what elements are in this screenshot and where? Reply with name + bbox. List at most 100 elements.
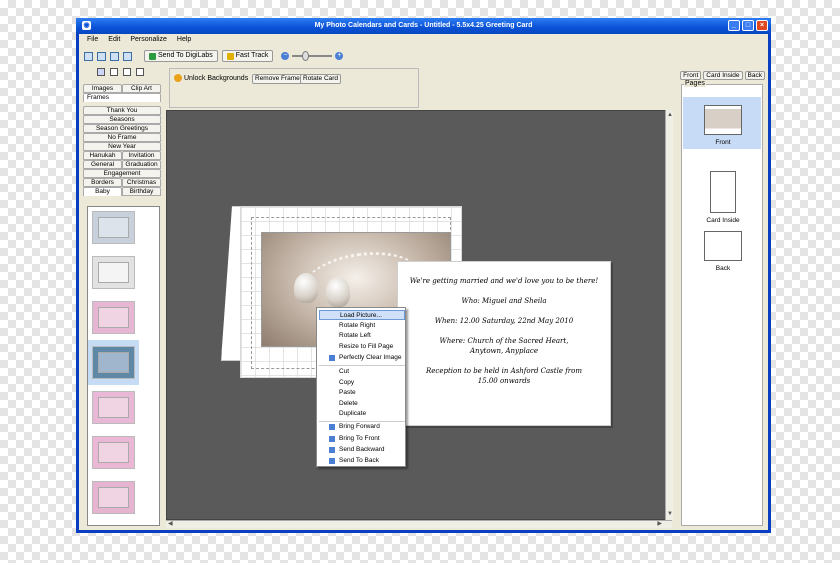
back-button[interactable]: Back: [744, 71, 765, 80]
menu-duplicate[interactable]: Duplicate: [319, 409, 405, 419]
page-label-inside: Card Inside: [706, 217, 740, 224]
fast-track-icon: [226, 52, 234, 60]
horizontal-scrollbar[interactable]: ◀ ▶: [166, 520, 672, 528]
design-canvas[interactable]: We're getting married and we'd love you …: [166, 110, 672, 520]
frame-thumbnail-inner: [98, 352, 129, 373]
image-tool-icon[interactable]: [136, 68, 144, 76]
text-tool-icon[interactable]: [110, 68, 118, 76]
tab-christmas[interactable]: Christmas: [122, 178, 161, 187]
bring-to-front-icon: [329, 436, 335, 442]
card-inside-button[interactable]: Card Inside: [703, 71, 743, 80]
print-icon[interactable]: [123, 51, 132, 61]
save-icon[interactable]: [110, 51, 119, 61]
options-bar: Unlock Backgrounds Remove Frame Rotate C…: [169, 68, 419, 108]
menu-help[interactable]: Help: [177, 34, 191, 46]
rose-right: [326, 277, 350, 307]
close-button[interactable]: ×: [756, 20, 768, 31]
tab-general[interactable]: General: [83, 160, 122, 169]
tab-invitation[interactable]: Invitation: [122, 151, 161, 160]
menu-rotate-right[interactable]: Rotate Right: [319, 321, 405, 331]
open-file-icon[interactable]: [97, 51, 106, 61]
menu-perfectly-clear-label: Perfectly Clear Image: [339, 354, 402, 361]
shape-tool-icon[interactable]: [123, 68, 131, 76]
page-label-back: Back: [715, 265, 731, 272]
menu-personalize[interactable]: Personalize: [130, 34, 167, 46]
menu-send-backward[interactable]: Send Backward: [319, 445, 405, 455]
frame-thumbnail-inner: [98, 442, 129, 463]
scroll-left-icon[interactable]: ◀: [168, 521, 173, 528]
tab-hanukah[interactable]: Hanukah: [83, 151, 122, 160]
zoom-slider-thumb[interactable]: [302, 51, 310, 61]
menu-bring-to-front[interactable]: Bring To Front: [319, 434, 405, 444]
tab-thank-you[interactable]: Thank You: [83, 106, 161, 115]
tab-birthday[interactable]: Birthday: [122, 187, 161, 196]
new-file-icon[interactable]: [84, 51, 93, 61]
menu-delete[interactable]: Delete: [319, 399, 405, 409]
menu-paste[interactable]: Paste: [319, 388, 405, 398]
zoom-slider[interactable]: [292, 51, 333, 61]
tab-baby[interactable]: Baby: [83, 187, 122, 196]
app-icon: ◉: [82, 21, 91, 30]
tab-borders[interactable]: Borders: [83, 178, 122, 187]
vertical-scrollbar[interactable]: ▲ ▼: [665, 110, 673, 520]
minimize-button[interactable]: _: [728, 20, 740, 31]
frame-thumbnail[interactable]: [92, 211, 135, 244]
frame-thumbnail-inner: [98, 487, 129, 508]
page-thumbnail-back[interactable]: [704, 231, 742, 261]
send-arrow-icon: [149, 52, 156, 60]
menu-perfectly-clear[interactable]: Perfectly Clear Image: [319, 353, 405, 363]
invitation-text-card[interactable]: We're getting married and we'd love you …: [397, 261, 611, 426]
maximize-button[interactable]: □: [742, 20, 754, 31]
tab-frames[interactable]: Frames: [83, 93, 161, 102]
tab-clip-art[interactable]: Clip Art: [122, 84, 161, 93]
scroll-right-icon[interactable]: ▶: [657, 521, 662, 528]
menu-file[interactable]: File: [87, 34, 98, 46]
pointer-tool-icon[interactable]: [97, 68, 105, 76]
rotate-card-button[interactable]: Rotate Card: [300, 74, 342, 84]
menu-bring-forward[interactable]: Bring Forward: [319, 422, 405, 432]
fast-track-button[interactable]: Fast Track: [221, 50, 274, 62]
tab-engagement[interactable]: Engagement: [83, 169, 161, 178]
tab-graduation[interactable]: Graduation: [122, 160, 161, 169]
page-thumbnail-front[interactable]: [704, 105, 742, 135]
lock-icon: [174, 74, 182, 82]
frame-thumbnail[interactable]: [92, 481, 135, 514]
card-line: We're getting married and we'd love you …: [409, 277, 599, 285]
frame-thumbnail[interactable]: [92, 346, 135, 379]
menu-rotate-left[interactable]: Rotate Left: [319, 331, 405, 341]
menu-cut[interactable]: Cut: [319, 367, 405, 377]
frame-thumbnail[interactable]: [92, 391, 135, 424]
menu-send-to-back[interactable]: Send To Back: [319, 456, 405, 466]
pages-legend: Pages: [684, 80, 706, 87]
menu-resize-fill[interactable]: Resize to Fill Page: [319, 342, 405, 352]
frame-thumbnail[interactable]: [92, 436, 135, 469]
frame-thumbnail[interactable]: [92, 301, 135, 334]
scroll-down-icon[interactable]: ▼: [667, 511, 673, 518]
frame-thumbnail[interactable]: [92, 256, 135, 289]
front-button[interactable]: Front: [680, 71, 702, 80]
tab-new-year[interactable]: New Year: [83, 142, 161, 151]
window-controls: _ □ ×: [728, 20, 768, 31]
tab-no-frame[interactable]: No Frame: [83, 133, 161, 142]
right-panel: Front Card Inside Back Pages Front Card …: [679, 68, 765, 528]
page-thumbnail-inside[interactable]: [710, 171, 736, 213]
card-line: Reception to be held in Ashford Castle f…: [426, 367, 582, 385]
menu-bring-to-front-label: Bring To Front: [339, 435, 380, 442]
tab-seasons[interactable]: Seasons: [83, 115, 161, 124]
remove-frame-button[interactable]: Remove Frame: [252, 74, 303, 84]
send-backward-icon: [329, 447, 335, 453]
left-panel: Images Clip Art Frames Thank You Seasons…: [83, 68, 161, 528]
tab-season-greetings[interactable]: Season Greetings: [83, 124, 161, 133]
menu-edit[interactable]: Edit: [108, 34, 120, 46]
menu-load-picture[interactable]: Load Picture...: [319, 310, 405, 320]
send-to-digilabs-button[interactable]: Send To DigiLabs: [144, 50, 218, 62]
tab-images[interactable]: Images: [83, 84, 122, 93]
zoom-out-icon[interactable]: −: [281, 52, 290, 60]
pages-panel: Pages Front Card Inside Back: [681, 80, 763, 526]
unlock-backgrounds-button[interactable]: Unlock Backgrounds: [174, 74, 248, 82]
card-line: When: 12.00 Saturday, 22nd May 2010: [434, 317, 574, 325]
scroll-up-icon[interactable]: ▲: [667, 112, 673, 119]
zoom-in-icon[interactable]: +: [335, 52, 344, 60]
window-title: My Photo Calendars and Cards - Untitled …: [314, 22, 533, 29]
menu-copy[interactable]: Copy: [319, 378, 405, 388]
